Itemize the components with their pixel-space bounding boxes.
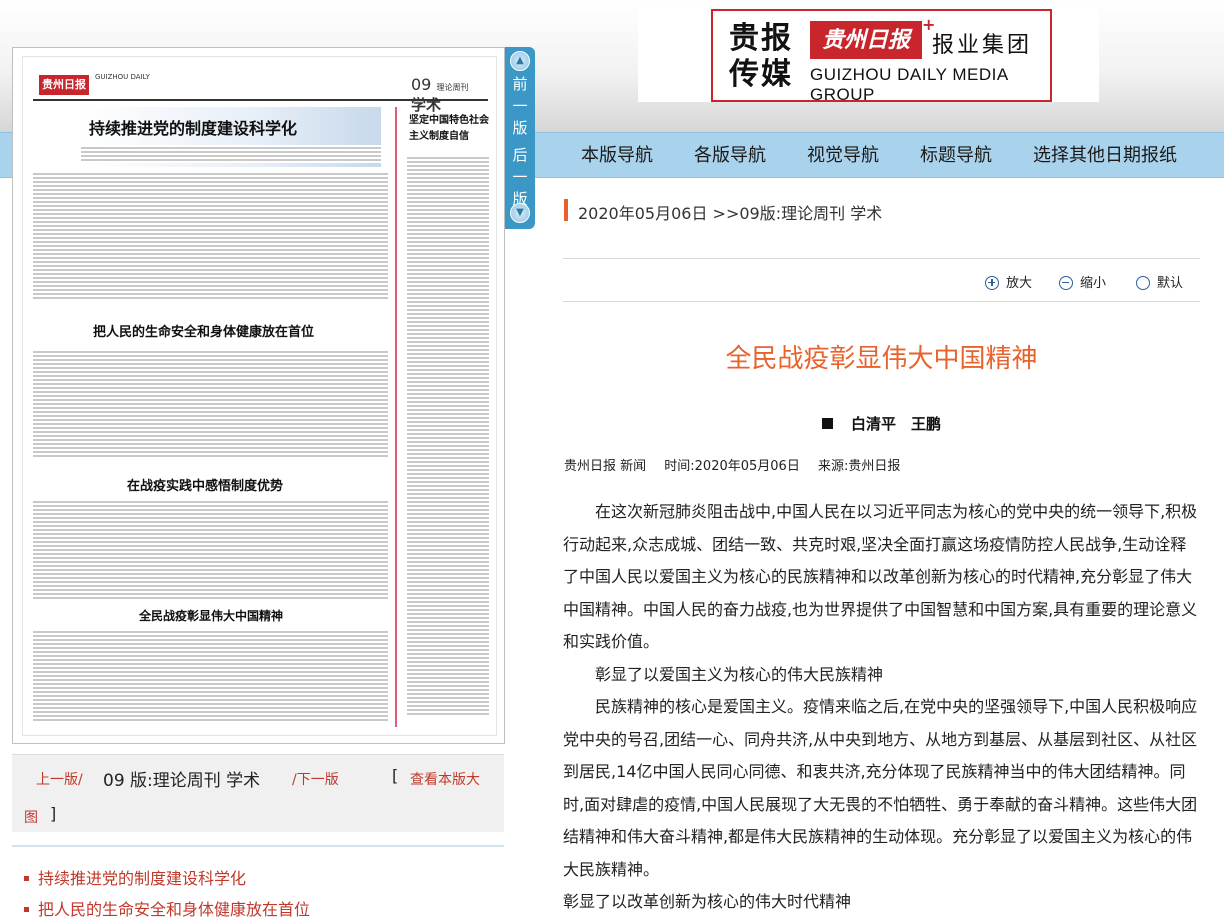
paper-edition: 09 理论周刊 学术 [411,75,488,115]
meta-time: 时间:2020年05月06日 [664,459,800,474]
author-names: 白清平 王鹏 [850,415,941,433]
paper-headline-3[interactable]: 在战疫实践中感悟制度优势 [127,475,283,494]
site-logo[interactable]: 贵报 传媒 贵州日报 + 报业集团 GUIZHOU DAILY MEDIA GR… [638,9,1099,104]
title-list-label[interactable]: 持续推进党的制度建设科学化 [38,869,246,888]
paper-lead-1 [81,145,381,163]
next-page-button[interactable]: 后一版 [512,144,528,210]
paper-edition-number: 09 [411,75,432,94]
prev-edition-link[interactable]: 上一版/ [36,769,83,789]
view-large-image-link-cont[interactable]: 图 [24,807,38,827]
zoom-in-button[interactable]: 放大 [985,272,1032,291]
article-paragraph: 民族精神的核心是爱国主义。疫情来临之后,在党中央的坚强领导下,中国人民积极响应党… [563,697,1198,879]
paper-body-2 [33,349,388,459]
edition-pager: 上一版/ 09 版:理论周刊 学术 /下一版 [ 查看本版大 图 ] [12,754,504,832]
page-flip-nav: ▲ 前一版 后一版 ▼ [505,47,535,229]
newspaper-page-image[interactable]: 贵州日报 GUIZHOU DAILY 09 理论周刊 学术 持续推进党的制度建设… [22,56,497,736]
breadcrumb-date: 2020年05月06日 [578,204,708,223]
author-square-icon [821,417,833,429]
paper-body-4 [33,629,388,721]
zoom-reset-icon [1136,275,1150,290]
zoom-reset-button[interactable]: 默认 [1136,272,1183,291]
next-edition-link[interactable]: /下一版 [292,769,339,789]
logo-brand-red: 贵州日报 [810,21,922,59]
bracket-open: [ [392,766,399,785]
current-edition-label: 09 版:理论周刊 学术 [103,771,261,791]
article-meta: 贵州日报 新闻 时间:2020年05月06日 来源:贵州日报 [564,455,914,474]
paper-headline-2[interactable]: 把人民的生命安全和身体健康放在首位 [93,321,314,340]
paper-section: 学术 [411,96,442,114]
article-subheading: 彰显了以爱国主义为核心的伟大民族精神 [595,664,884,684]
zoom-out-button[interactable]: 缩小 [1059,272,1106,291]
article-body: 在这次新冠肺炎阻击战中,中国人民在以习近平同志为核心的党中央的统一领导下,积极行… [563,496,1200,917]
paper-headline-4[interactable]: 全民战疫彰显伟大中国精神 [139,607,283,624]
nav-all-pages[interactable]: 各版导航 [694,141,766,167]
breadcrumb-marker [564,199,568,221]
article-author: 白清平 王鹏 [563,413,1200,434]
paper-english: GUIZHOU DAILY [95,73,150,81]
nav-other-date[interactable]: 选择其他日期报纸 [1033,141,1177,167]
prev-page-icon[interactable]: ▲ [510,51,530,71]
view-large-image-link[interactable]: 查看本版大 [410,769,480,789]
article-title: 全民战疫彰显伟大中国精神 [725,344,1038,374]
title-list-item[interactable]: 持续推进党的制度建设科学化 [24,865,246,889]
logo-english: GUIZHOU DAILY MEDIA GROUP [810,65,1008,104]
paper-masthead: 贵州日报 GUIZHOU DAILY 09 理论周刊 学术 [33,71,488,114]
paper-sidebar-body [407,155,489,715]
prev-page-button[interactable]: 前一版 [512,73,528,139]
paper-logo: 贵州日报 [39,75,89,95]
page-title-list: 持续推进党的制度建设科学化 把人民的生命安全和身体健康放在首位 [12,845,504,917]
title-list-item[interactable]: 把人民的生命安全和身体健康放在首位 [24,896,310,917]
breadcrumb-section[interactable]: >>09版:理论周刊 学术 [713,204,883,223]
paper-sidebar-headline[interactable]: 坚定中国特色社会主义制度自信 [409,113,491,145]
meta-origin: 来源:贵州日报 [817,459,901,474]
logo-group: 报业集团 [932,32,1033,57]
zoom-out-icon [1059,275,1073,290]
zoom-toolbar: 放大 缩小 默认 [563,258,1200,302]
bullet-icon [24,906,29,912]
zoom-out-label: 缩小 [1080,276,1107,291]
nav-title-guide[interactable]: 标题导航 [920,141,992,167]
article-paragraph: 在这次新冠肺炎阻击战中,中国人民在以习近平同志为核心的党中央的统一领导下,积极行… [563,502,1198,651]
bracket-close: ] [50,804,57,823]
nav-page-guide[interactable]: 本版导航 [581,141,653,167]
zoom-reset-label: 默认 [1157,276,1184,291]
bullet-icon [24,875,29,881]
paper-body-1 [33,171,388,301]
logo-frame: 贵报 传媒 贵州日报 + 报业集团 GUIZHOU DAILY MEDIA GR… [711,9,1052,104]
paper-body-3 [33,499,388,599]
next-page-icon[interactable]: ▼ [510,203,530,223]
meta-source: 贵州日报 新闻 [564,459,647,474]
paper-headline-1[interactable]: 持续推进党的制度建设科学化 [89,115,297,139]
breadcrumb: 2020年05月06日 >>09版:理论周刊 学术 [578,200,882,224]
zoom-in-icon [985,275,999,290]
title-list-label[interactable]: 把人民的生命安全和身体健康放在首位 [38,900,310,917]
zoom-in-label: 放大 [1006,276,1033,291]
nav-visual-guide[interactable]: 视觉导航 [807,141,879,167]
logo-chars: 贵报 传媒 [729,21,793,92]
paper-column-tag: 理论周刊 [436,83,469,92]
article-subheading: 彰显了以改革创新为核心的伟大时代精神 [563,892,852,911]
paper-red-rule [395,107,397,727]
